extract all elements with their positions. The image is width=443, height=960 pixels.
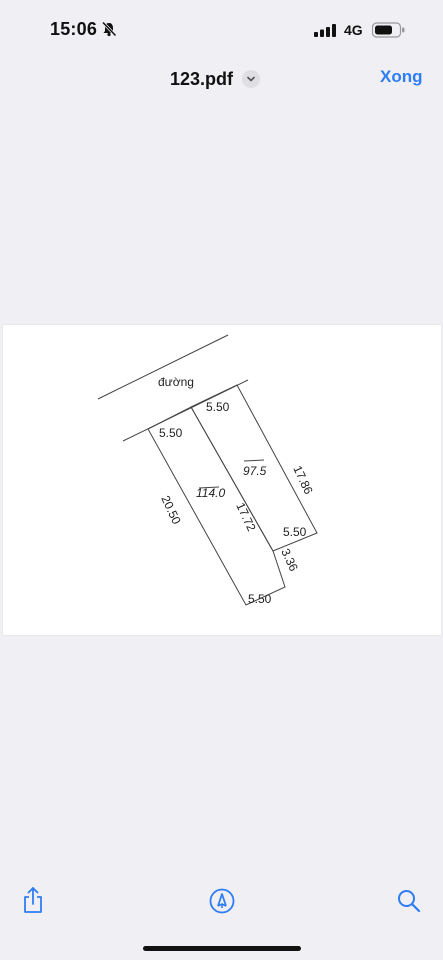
shared-side-label: 17.72: [233, 500, 259, 533]
lot-b-front-label: 5.50: [206, 400, 230, 414]
road-label: đường: [158, 375, 194, 389]
lot-b-area-mark: [243, 459, 265, 462]
chevron-down-icon[interactable]: [242, 70, 261, 88]
step-side-label: 3.36: [278, 546, 301, 573]
land-plot-drawing: đường 5.50 5.50 20.50 114.0 17.72 97.5 1…: [97, 334, 318, 606]
lot-a-area-label: 114.0: [196, 486, 225, 500]
signal-icon: [314, 24, 338, 37]
bell-slash-icon: [101, 21, 117, 37]
road-line: [97, 334, 229, 400]
markup-button[interactable]: [207, 888, 237, 918]
markup-icon: [208, 887, 236, 920]
lot-a-back-label: 5.50: [248, 592, 272, 606]
network-type: 4G: [344, 22, 363, 38]
done-button[interactable]: Xong: [380, 67, 423, 87]
status-time: 15:06: [50, 19, 98, 39]
search-icon: [396, 888, 422, 919]
bottom-toolbar: [0, 880, 443, 930]
lot-a-left-label: 20.50: [158, 493, 184, 526]
document-title: 123.pdf: [170, 68, 234, 89]
lot-b-back-label: 5.50: [283, 525, 307, 539]
pdf-page: đường 5.50 5.50 20.50 114.0 17.72 97.5 1…: [3, 325, 441, 635]
battery-icon: [371, 22, 406, 38]
status-bar: 15:06 4G: [0, 0, 443, 50]
lot-b-right-label: 17.86: [290, 463, 316, 496]
lot-b-area-label: 97.5: [243, 464, 267, 478]
share-icon: [21, 886, 45, 919]
search-button[interactable]: [394, 888, 424, 918]
share-button[interactable]: [18, 886, 48, 919]
navigation-bar: 123.pdf Xong: [0, 55, 443, 100]
document-title-menu[interactable]: 123.pdf: [170, 67, 261, 91]
home-indicator[interactable]: [143, 946, 301, 951]
lot-a-front-label: 5.50: [159, 426, 183, 440]
